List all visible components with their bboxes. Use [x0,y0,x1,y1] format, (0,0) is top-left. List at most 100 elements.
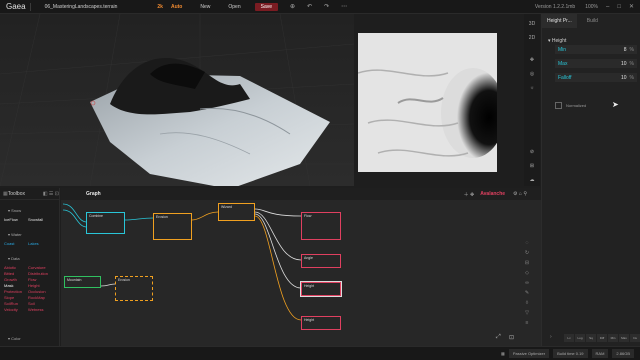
falloff-field[interactable]: Falloff 10 % [555,73,637,82]
build-time: Build time 0.19 [553,349,588,358]
save-button[interactable]: Save [254,2,279,11]
auto-toggle[interactable]: Auto [171,4,182,10]
viewport-3d[interactable] [0,14,354,186]
resolution-selector[interactable]: 2k [157,4,163,10]
circle-icon[interactable]: ◌ [523,240,531,246]
post-process-buttons: Lv Log Sq Diff Min Max Inv [564,334,640,342]
pp-button[interactable]: Log [575,334,585,342]
section-water[interactable]: ▾ Water [8,232,22,237]
cloud-icon[interactable]: ☁ [526,174,538,185]
ram-value: 2.86GB [612,349,634,358]
passive-optimizer[interactable]: Passive Optimizer [508,349,550,358]
maximize-icon[interactable]: □ [617,4,621,10]
zoom-label[interactable]: 100% [585,4,598,10]
pin-icon[interactable]: ◧ ☰ ⊡ [43,191,59,197]
ram-label: RAM [591,349,609,358]
property-tabs: Height Pr... Build [542,14,640,28]
sliders-icon[interactable]: ≡ [523,320,531,326]
grid-icon[interactable]: ⊞ [526,160,538,171]
chevron-icon[interactable]: › [550,334,552,340]
fit-icon[interactable]: ⊡ [509,334,514,341]
refresh-icon[interactable]: ↻ [523,250,531,256]
node-angle[interactable]: Angle [301,254,341,268]
rotate-icon[interactable]: ◎ [526,68,538,79]
tool-coast[interactable]: Coast [4,241,14,246]
tab-build[interactable]: Build [587,18,598,24]
navigate-icon[interactable]: ✥ [526,54,538,65]
node-label: Angle [304,256,313,260]
globe-icon[interactable]: ⊕ [290,3,295,10]
pp-button[interactable]: Sq [586,334,596,342]
add-icon[interactable]: ＋ ✥ [464,191,475,198]
max-value: 10 [620,60,627,67]
more-icon[interactable]: ⋯ [341,3,347,10]
eraser-icon[interactable]: ◊ [523,300,531,306]
divider [29,2,31,11]
graph-panel[interactable]: Graph ＋ ✥ Avalanche ⚙ ⌂ ⚲ Combine Erosio… [61,188,541,346]
node-label: Erosion [118,278,130,282]
close-icon[interactable]: ✕ [629,3,634,10]
section-label: Color [11,336,21,341]
view-2d-button[interactable]: 2D [526,32,538,43]
node-height-selected[interactable]: Height [301,282,341,296]
avalanche-label[interactable]: Avalanche [480,191,505,197]
undo-icon[interactable]: ↶ [307,3,312,10]
node-height[interactable]: Height [301,316,341,330]
tab-height-properties[interactable]: Height Pr... [542,14,577,28]
section-header[interactable]: ▾ Height [548,38,640,44]
falloff-unit: % [629,74,634,81]
node-label: Wizard [221,205,232,209]
pp-button[interactable]: Max [619,334,629,342]
section-data[interactable]: ▾ Data [8,256,20,261]
redo-icon[interactable]: ↷ [324,3,329,10]
mouse-cursor-icon: ➤ [612,100,619,109]
viewport-2d[interactable] [358,33,497,172]
tool-iceflow[interactable]: IceFlow [4,217,18,222]
save-icon[interactable]: ⊟ [523,260,531,266]
node-erosion[interactable]: Erosion [153,213,192,240]
toolbox-title: Toolbox [7,190,25,197]
data-tools-right: Curvature Distribution Flow Height Occlu… [28,265,48,313]
link-icon[interactable]: ∞ [523,280,531,286]
expand-icon[interactable]: ⤢ [496,334,501,341]
max-field[interactable]: Max 10 % [555,59,637,68]
minimize-icon[interactable]: – [606,4,609,10]
max-label: Max [558,60,568,67]
lights-icon[interactable]: ☼ [526,82,538,93]
node-flow[interactable]: Flow [301,212,341,240]
section-snow[interactable]: ▾ Snow [8,208,21,213]
node-combine[interactable]: Combine [86,212,125,234]
pp-button[interactable]: Min [608,334,618,342]
min-field[interactable]: Min 8 % [555,45,637,54]
pp-button[interactable]: Diff [597,334,607,342]
node-mountain[interactable]: Mountain [64,276,101,288]
app-logo: Gaea [6,2,26,11]
open-button[interactable]: Open [228,4,240,10]
view-3d-button[interactable]: 3D [526,18,538,29]
filter-icon[interactable]: ▽ [523,310,531,316]
tool-wetness[interactable]: Wetness [28,307,48,313]
normalized-checkbox[interactable] [555,102,562,109]
pp-button[interactable]: Lv [564,334,574,342]
tag-icon[interactable]: ◇ [523,270,531,276]
node-label: Height [304,284,315,288]
node-label: Height [304,318,315,322]
falloff-label: Falloff [558,74,572,81]
tool-lakes[interactable]: Lakes [28,241,39,246]
file-name[interactable]: 06_MasteringLandscapes.terrain [45,4,118,10]
new-button[interactable]: New [200,4,210,10]
tool-snowfall[interactable]: Snowfall [28,217,43,222]
status-bar: ▦ Passive Optimizer Build time 0.19 RAM … [0,346,640,360]
compass-icon[interactable]: ⊘ [526,146,538,157]
node-erosion-2[interactable]: Erosion [115,276,153,301]
graph-tools-icon[interactable]: ⚙ ⌂ ⚲ [513,191,527,197]
node-wizard[interactable]: Wizard [218,203,255,221]
normalized-label: Normalized [566,103,587,108]
pp-button[interactable]: Inv [630,334,640,342]
cpu-icon: ▦ [501,351,505,356]
tool-velocity[interactable]: Velocity [4,307,22,313]
section-color[interactable]: ▾ Color [8,336,21,341]
section-title: Height [551,38,567,44]
toolbox-header: ▦ Toolbox ◧ ☰ ⊡ [0,188,59,200]
pencil-icon[interactable]: ✎ [523,290,531,296]
